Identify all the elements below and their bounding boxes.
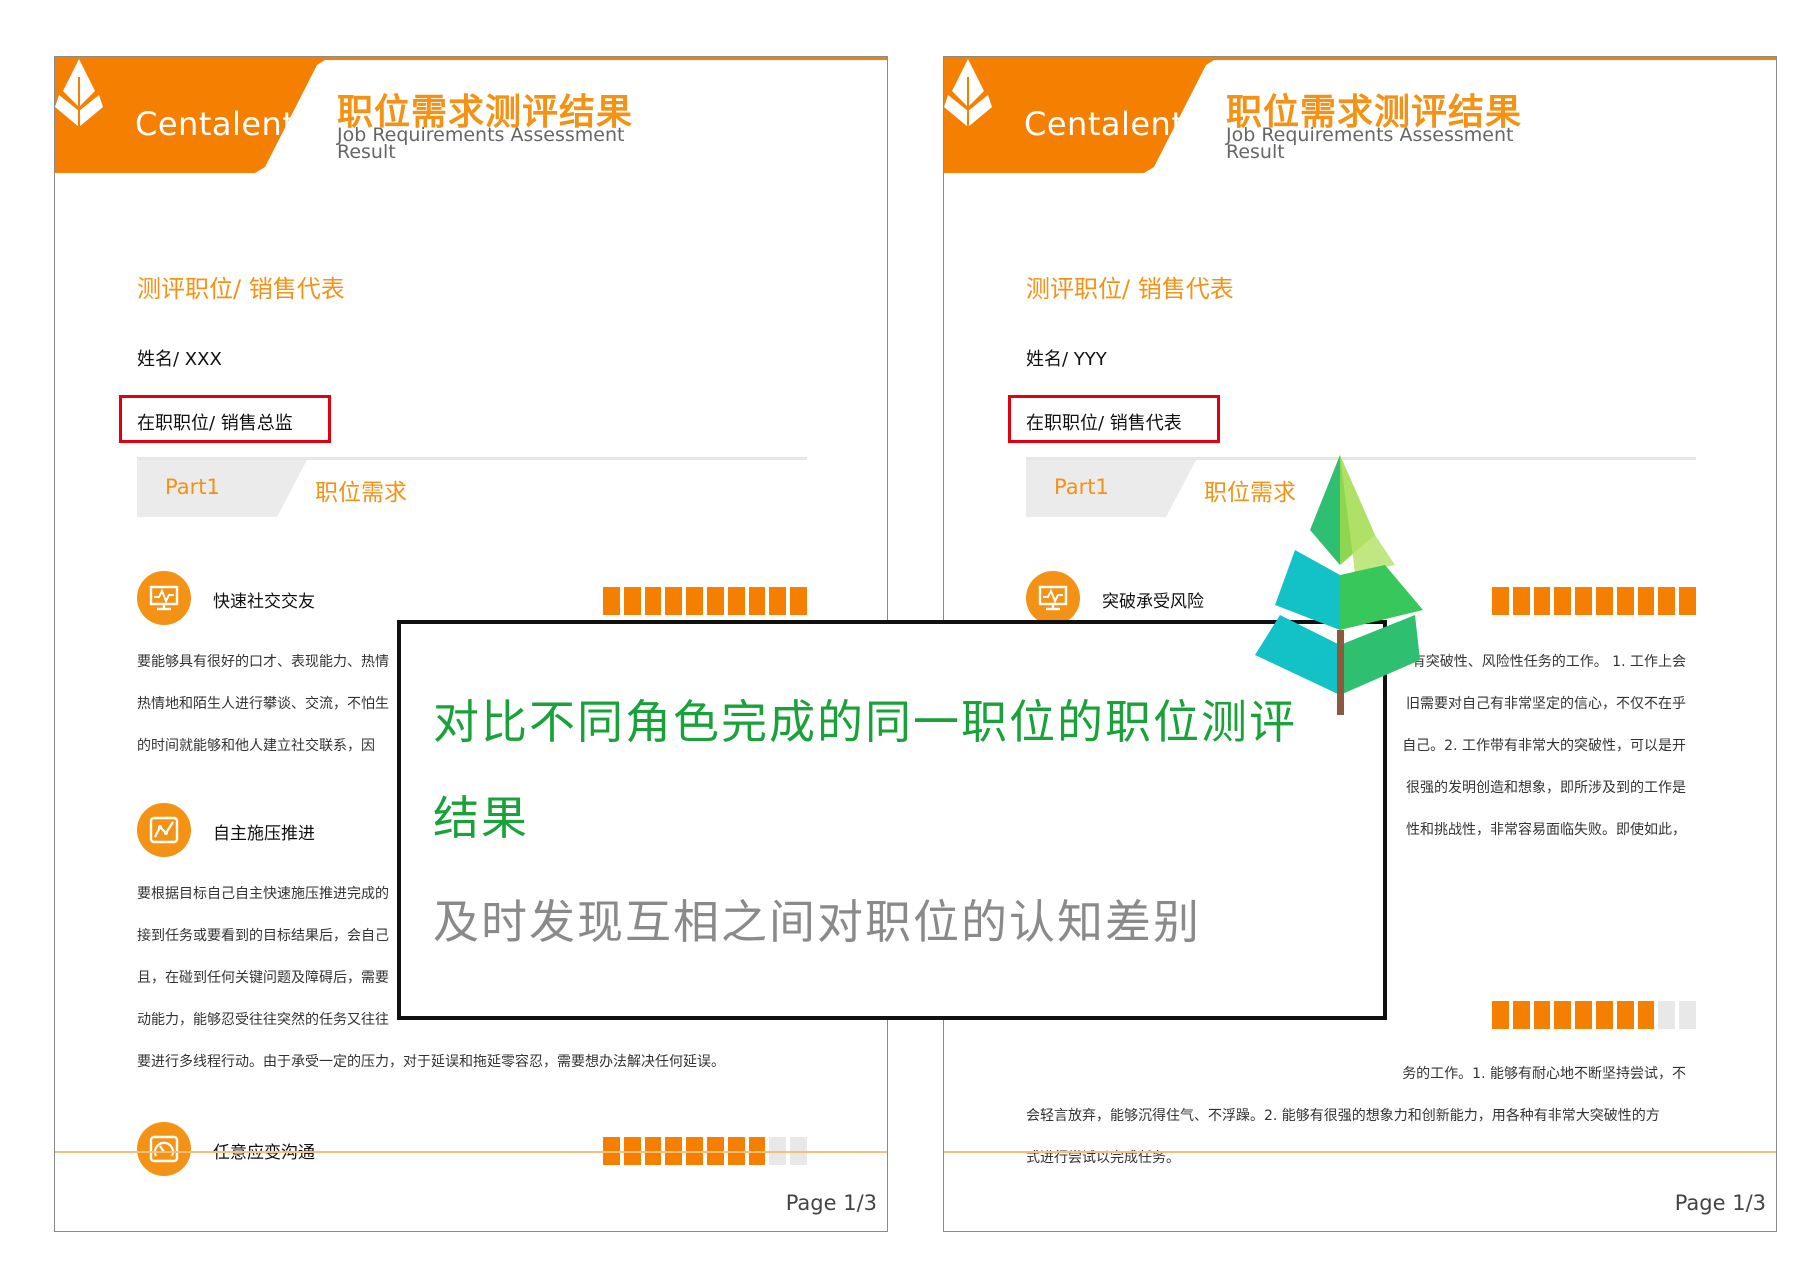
score-segment — [665, 587, 683, 615]
score-segment — [1595, 1001, 1613, 1029]
score-segment — [727, 587, 745, 615]
tree-logo-icon — [1255, 455, 1423, 715]
description-line: 式进行尝试以完成任务。 — [1026, 1150, 1180, 1166]
item-icon-circle — [137, 571, 191, 625]
centalent-logo-icon — [944, 59, 992, 127]
score-segment — [1679, 1001, 1696, 1029]
part-label: Part1 — [1054, 475, 1109, 499]
item-title: 自主施压推进 — [213, 824, 315, 844]
footer-rule — [944, 1151, 1776, 1153]
report-subtitle: Job Requirements Assessment Result — [337, 124, 625, 163]
score-bar — [1492, 1001, 1696, 1029]
score-segment — [1616, 1001, 1634, 1029]
score-segment — [1637, 1001, 1655, 1029]
part-title: 职位需求 — [315, 480, 407, 506]
score-segment — [1533, 1001, 1551, 1029]
monitor-chart-icon — [149, 585, 179, 611]
score-segment — [1595, 587, 1613, 615]
gauge-icon — [149, 1135, 179, 1163]
brand-name: Centalent — [1024, 105, 1185, 143]
section-header: Part1 职位需求 — [137, 457, 807, 517]
score-segment — [1533, 587, 1551, 615]
score-segment — [1637, 587, 1655, 615]
candidate-name: 姓名/ XXX — [137, 349, 222, 370]
line-chart-icon — [149, 816, 179, 844]
description-line: 要进行多线程行动。由于承受一定的压力，对于延误和拖延零容忍，需要想办法解决任何延… — [137, 1054, 725, 1070]
item-title: 快速社交交友 — [213, 592, 315, 612]
score-segment — [623, 587, 641, 615]
page-number: Page 1/3 — [1674, 1191, 1766, 1215]
score-bar — [1492, 587, 1696, 615]
item-icon-circle — [1026, 571, 1080, 625]
item-icon-circle — [137, 803, 191, 857]
candidate-name: 姓名/ YYY — [1026, 349, 1107, 370]
page-number: Page 1/3 — [785, 1191, 877, 1215]
score-segment — [686, 587, 703, 615]
score-segment — [1492, 587, 1509, 615]
description-line: 会轻言放弃，能够沉得住气、不浮躁。2. 能够有很强的想象力和创新能力，用各种有非… — [1026, 1108, 1660, 1124]
score-segment — [1512, 1001, 1530, 1029]
description-line: 务的工作。1. 能够有耐心地不断坚持尝试，不 — [1402, 1066, 1686, 1082]
score-segment — [1679, 587, 1696, 615]
report-subtitle: Job Requirements Assessment Result — [1226, 124, 1514, 163]
score-segment — [603, 587, 620, 615]
score-segment — [1575, 587, 1592, 615]
score-segment — [706, 587, 724, 615]
score-segment — [644, 587, 662, 615]
score-segment — [769, 587, 787, 615]
item-title: 突破承受风险 — [1102, 592, 1204, 612]
part-label: Part1 — [165, 475, 220, 499]
brand-name: Centalent — [135, 105, 296, 143]
comparison-callout: 对比不同角色完成的同一职位的职位测评结果 及时发现互相之间对职位的认知差别 — [397, 620, 1387, 1020]
highlight-box — [1008, 395, 1220, 443]
score-segment — [1616, 587, 1634, 615]
report-header: Centalent 职位需求测评结果 Job Requirements Asse… — [944, 57, 1776, 173]
score-segment — [1492, 1001, 1509, 1029]
score-segment — [1554, 1001, 1572, 1029]
callout-subline: 及时发现互相之间对职位的认知差别 — [433, 895, 1201, 949]
footer-rule — [55, 1151, 887, 1153]
item-description: 务的工作。1. 能够有耐心地不断坚持尝试，不 会轻言放弃，能够沉得住气、不浮躁。… — [1026, 1053, 1696, 1179]
score-segment — [748, 587, 766, 615]
score-bar — [603, 587, 807, 615]
assessed-position: 测评职位/ 销售代表 — [1026, 275, 1234, 303]
score-segment — [1512, 587, 1530, 615]
item-icon-circle — [137, 1122, 191, 1176]
centalent-logo-icon — [55, 59, 103, 127]
score-segment — [1575, 1001, 1592, 1029]
score-segment — [790, 587, 807, 615]
score-segment — [1554, 587, 1572, 615]
report-header: Centalent 职位需求测评结果 Job Requirements Asse… — [55, 57, 887, 173]
assessed-position: 测评职位/ 销售代表 — [137, 275, 345, 303]
callout-headline: 对比不同角色完成的同一职位的职位测评结果 — [433, 695, 1297, 845]
monitor-chart-icon — [1038, 585, 1068, 611]
score-segment — [1658, 587, 1676, 615]
highlight-box — [119, 395, 331, 443]
score-segment — [1658, 1001, 1676, 1029]
